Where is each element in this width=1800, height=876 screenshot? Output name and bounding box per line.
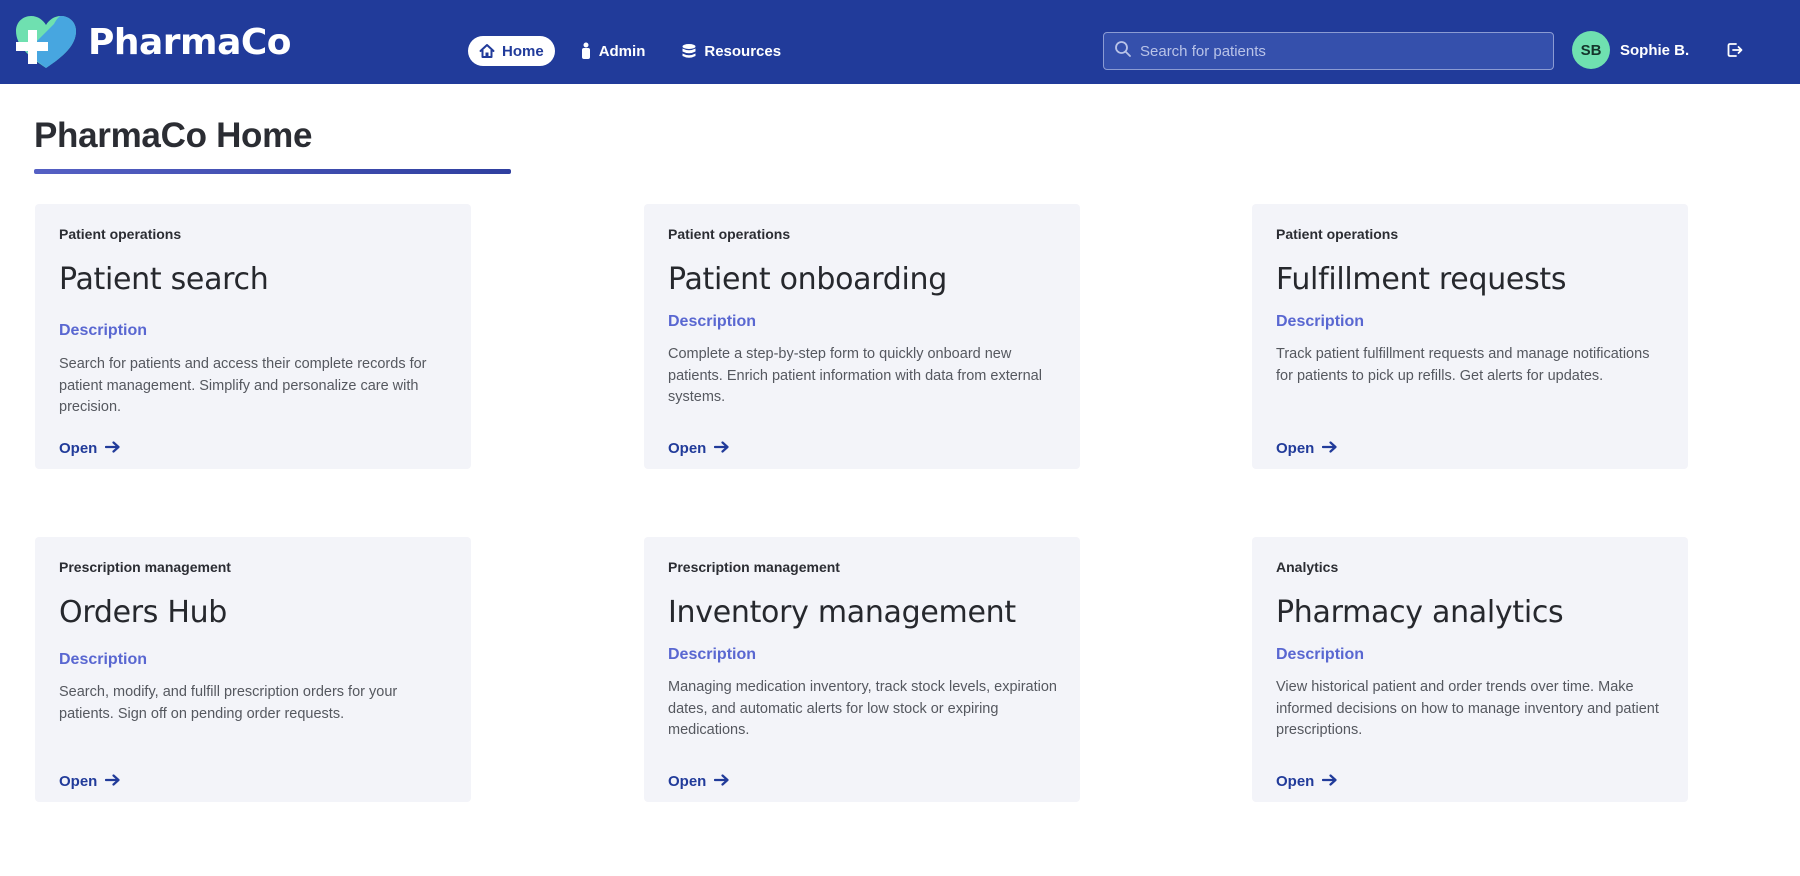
user-name[interactable]: Sophie B. — [1620, 42, 1689, 59]
open-label: Open — [59, 773, 98, 790]
card-description-label: Description — [59, 322, 148, 339]
card-patient-search: Patient operations Patient search Descri… — [35, 204, 471, 469]
card-title: Inventory management — [668, 595, 1016, 630]
page-title: PharmaCo Home — [34, 116, 313, 155]
home-icon — [479, 43, 495, 59]
card-patient-onboarding: Patient operations Patient onboarding De… — [644, 204, 1080, 469]
card-category: Analytics — [1276, 559, 1339, 575]
app-name: PharmaCo — [88, 21, 292, 63]
card-title: Patient search — [59, 262, 269, 297]
top-navbar: PharmaCo Home Admin Resources SB Sophie — [0, 0, 1800, 84]
card-description: Search for patients and access their com… — [59, 356, 427, 415]
open-label: Open — [668, 440, 707, 457]
main-nav: Home Admin Resources — [468, 36, 792, 66]
logout-icon[interactable] — [1726, 41, 1744, 59]
card-description-label: Description — [668, 646, 757, 663]
nav-item-label: Resources — [704, 42, 782, 60]
card-title: Pharmacy analytics — [1276, 595, 1564, 630]
card-description: Search, modify, and fulfill prescription… — [59, 684, 398, 722]
card-title: Fulfillment requests — [1276, 262, 1567, 297]
card-description: View historical patient and order trends… — [1276, 679, 1659, 738]
search-input[interactable] — [1140, 42, 1540, 60]
title-underline — [34, 169, 511, 174]
card-title: Patient onboarding — [668, 262, 947, 297]
person-icon — [580, 42, 592, 60]
arrow-right-icon — [105, 773, 121, 790]
card-description: Complete a step-by-step form to quickly … — [668, 346, 1042, 405]
open-button[interactable]: Open — [1276, 440, 1338, 457]
open-label: Open — [1276, 773, 1315, 790]
user-avatar[interactable]: SB — [1572, 31, 1610, 69]
open-label: Open — [1276, 440, 1315, 457]
nav-item-admin[interactable]: Admin — [569, 36, 657, 66]
app-logo[interactable]: PharmaCo — [14, 14, 292, 70]
card-fulfillment-requests: Patient operations Fulfillment requests … — [1252, 204, 1688, 469]
card-orders-hub: Prescription management Orders Hub Descr… — [35, 537, 471, 802]
open-button[interactable]: Open — [59, 440, 121, 457]
nav-item-label: Home — [502, 42, 544, 60]
card-description-label: Description — [1276, 313, 1365, 330]
patient-search-box[interactable] — [1103, 32, 1554, 70]
database-icon — [681, 43, 697, 59]
card-description-label: Description — [1276, 646, 1365, 663]
card-title: Orders Hub — [59, 595, 228, 630]
open-label: Open — [59, 440, 98, 457]
nav-item-label: Admin — [598, 42, 646, 60]
nav-item-home[interactable]: Home — [468, 36, 555, 66]
arrow-right-icon — [105, 440, 121, 457]
card-description-label: Description — [668, 313, 757, 330]
card-category: Patient operations — [59, 226, 182, 242]
card-category: Prescription management — [59, 559, 231, 575]
open-button[interactable]: Open — [1276, 773, 1338, 790]
card-category: Patient operations — [668, 226, 791, 242]
heart-cross-logo-icon — [14, 14, 78, 70]
open-button[interactable]: Open — [59, 773, 121, 790]
card-pharmacy-analytics: Analytics Pharmacy analytics Description… — [1252, 537, 1688, 802]
arrow-right-icon — [714, 773, 730, 790]
arrow-right-icon — [714, 440, 730, 457]
arrow-right-icon — [1322, 773, 1338, 790]
search-icon — [1114, 40, 1132, 63]
card-category: Patient operations — [1276, 226, 1399, 242]
card-category: Prescription management — [668, 559, 840, 575]
open-button[interactable]: Open — [668, 773, 730, 790]
card-description-label: Description — [59, 651, 148, 668]
nav-item-resources[interactable]: Resources — [670, 36, 792, 66]
open-label: Open — [668, 773, 707, 790]
card-inventory-management: Prescription management Inventory manage… — [644, 537, 1080, 802]
arrow-right-icon — [1322, 440, 1338, 457]
card-description: Track patient fulfillment requests and m… — [1276, 346, 1650, 384]
card-description: Managing medication inventory, track sto… — [668, 679, 1058, 738]
open-button[interactable]: Open — [668, 440, 730, 457]
